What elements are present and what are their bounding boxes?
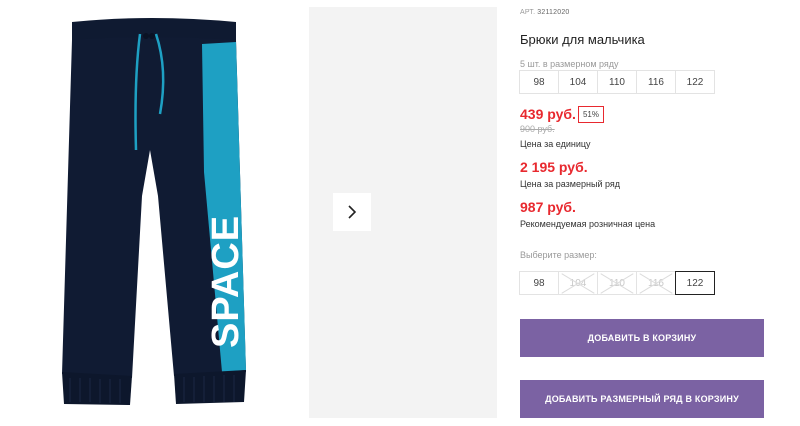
- sku-value: 32112020: [537, 9, 570, 16]
- size-option-110: 110: [597, 271, 637, 295]
- unit-price: 439 руб.: [520, 106, 576, 122]
- set-size-98: 98: [519, 70, 559, 94]
- choose-size-label: Выберите размер:: [520, 250, 597, 260]
- chevron-right-icon: [346, 205, 358, 219]
- set-size-note: 5 шт. в размерном ряду: [520, 59, 619, 69]
- space-print: SPACE: [205, 215, 247, 348]
- pants-image: SPACE: [62, 18, 247, 405]
- product-gallery: SPACE: [0, 0, 500, 426]
- set-size-104: 104: [558, 70, 598, 94]
- add-to-cart-button[interactable]: ДОБАВИТЬ В КОРЗИНУ: [520, 319, 764, 357]
- set-size-list: 98 104 110 116 122: [519, 70, 715, 94]
- discount-badge: 51%: [578, 106, 604, 123]
- size-picker: 98 104 110 116 122: [519, 271, 715, 295]
- set-size-122: 122: [675, 70, 715, 94]
- add-set-to-cart-button[interactable]: ДОБАВИТЬ РАЗМЕРНЫЙ РЯД В КОРЗИНУ: [520, 380, 764, 418]
- retail-price-label: Рекомендуемая розничная цена: [520, 219, 656, 229]
- set-size-116: 116: [636, 70, 676, 94]
- product-title: Брюки для мальчика: [520, 32, 645, 47]
- sku: АРТ. 32112020: [520, 9, 570, 16]
- unit-price-label: Цена за единицу: [520, 139, 591, 149]
- size-option-98[interactable]: 98: [519, 271, 559, 295]
- product-photo[interactable]: SPACE: [0, 0, 308, 418]
- size-option-116: 116: [636, 271, 676, 295]
- old-price: 900 руб.: [520, 124, 555, 134]
- sku-label: АРТ.: [520, 9, 536, 16]
- set-size-110: 110: [597, 70, 637, 94]
- retail-price: 987 руб.: [520, 199, 576, 215]
- gallery-next-button[interactable]: [333, 193, 371, 231]
- set-price-label: Цена за размерный ряд: [520, 179, 621, 189]
- set-price: 2 195 руб.: [520, 159, 588, 175]
- size-option-122[interactable]: 122: [675, 271, 715, 295]
- size-option-104: 104: [558, 271, 598, 295]
